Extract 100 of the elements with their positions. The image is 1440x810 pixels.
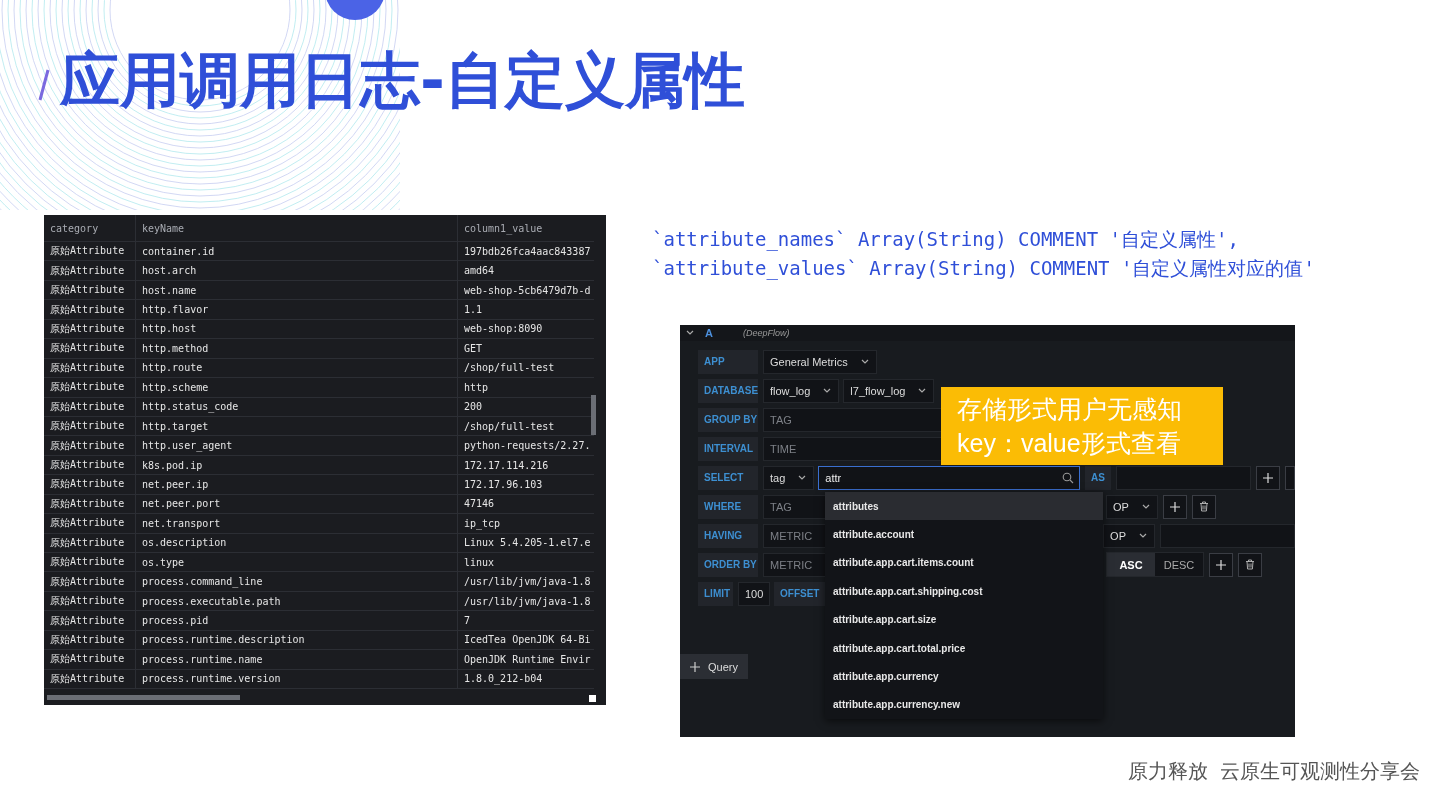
table-cell: process.pid [136, 611, 458, 630]
dropdown-option[interactable]: attribute.account [825, 520, 1103, 549]
table-cell: 原始Attribute [44, 611, 136, 630]
table-cell: 原始Attribute [44, 416, 136, 436]
add-query-button[interactable]: Query [680, 654, 748, 679]
dropdown-option[interactable]: attribute.app.currency [825, 662, 1103, 691]
table-cell-text: web-shop-5cb6479d7b-d [463, 283, 592, 298]
table-cell: os.description [136, 533, 458, 552]
query-name: A [705, 327, 713, 339]
dropdown-option[interactable]: attribute.app.currency.new [825, 690, 1103, 720]
table-cell-text: /usr/lib/jvm/java-1.8 [463, 594, 592, 609]
trash-icon [1198, 501, 1209, 512]
table-cell-text: 47146 [463, 497, 496, 512]
table-cell: http.flavor [136, 300, 458, 319]
table-cell: 原始Attribute [44, 378, 136, 397]
sort-option[interactable]: DESC [1155, 553, 1203, 576]
plus-icon [1216, 559, 1226, 570]
dropdown-select[interactable]: OP [1103, 523, 1155, 548]
table-cell: 原始Attribute [44, 397, 136, 416]
clause-label: LIMIT [698, 581, 733, 606]
table-cell: os.type [136, 553, 458, 572]
table-cell: 原始Attribute [44, 475, 136, 494]
dropdown-option[interactable]: attribute.app.cart.total.price [825, 633, 1103, 663]
column-header: category [44, 215, 136, 241]
delete-button[interactable] [1238, 552, 1262, 577]
table-cell-text: 1.8.0_212-b04 [463, 672, 544, 687]
field-label: OFFSET [774, 581, 826, 606]
table-cell: 原始Attribute [44, 280, 136, 300]
clause-label: INTERVAL [698, 436, 758, 461]
clause-label: DATABASE [698, 378, 758, 403]
table-cell: 原始Attribute [44, 514, 136, 533]
table-cell: host.arch [136, 261, 458, 280]
table-cell: process.runtime.name [136, 650, 458, 669]
table-cell: process.command_line [136, 572, 458, 591]
table-cell-text: 7 [463, 614, 472, 629]
table-cell: process.runtime.description [136, 630, 458, 650]
table-cell: 原始Attribute [44, 494, 136, 514]
code-line: `attribute_names` Array(String) COMMENT '自定义属性', [652, 227, 1240, 253]
table-cell-text: /shop/full-test [463, 419, 556, 434]
dropdown-option[interactable]: attributes [825, 492, 1103, 521]
table-cell-text: 1.1 [463, 303, 484, 318]
dropdown-select[interactable]: General Metrics [763, 349, 877, 374]
table-cell-text: Linux 5.4.205-1.el7.e [463, 536, 592, 551]
field-label: AS [1085, 465, 1111, 490]
table-cell-text: 200 [463, 400, 484, 415]
table-cell: 原始Attribute [44, 591, 136, 611]
table-cell: 原始Attribute [44, 669, 136, 689]
search-field[interactable]: attr [818, 465, 1081, 490]
table-cell: process.executable.path [136, 591, 458, 611]
dropdown-option[interactable]: attribute.app.cart.items.count [825, 548, 1103, 578]
dropdown-option[interactable]: attribute.app.cart.shipping.cost [825, 577, 1103, 606]
table-cell-text: OpenJDK Runtime Envir [463, 652, 592, 667]
table-cell: 原始Attribute [44, 242, 136, 261]
dropdown-select[interactable]: l7_flow_log [843, 378, 935, 403]
table-cell-text: /usr/lib/jvm/java-1.8 [463, 575, 592, 590]
table-cell: 原始Attribute [44, 436, 136, 455]
dropdown-option[interactable]: attribute.app.cart.size [825, 605, 1103, 634]
table-cell-text: ip_tcp [463, 516, 502, 532]
table-cell-text: 197bdb26fca4aac843387 [463, 244, 592, 259]
table-cell-text: GET [463, 341, 484, 356]
clause-label: WHERE [698, 494, 758, 519]
add-button[interactable] [1256, 465, 1280, 490]
table-cell-text: /shop/full-test [463, 361, 556, 376]
table-cell: 原始Attribute [44, 553, 136, 572]
plus-icon [1263, 472, 1273, 483]
table-cell: net.peer.port [136, 494, 458, 514]
table-cell: http.status_code [136, 397, 458, 416]
scrollbar-thumb[interactable] [591, 395, 596, 435]
column-header: keyName [136, 215, 458, 241]
input-field[interactable]: 100 [738, 581, 770, 606]
table-cell-text: python-requests/2.27. [463, 439, 592, 454]
dropdown-select[interactable]: flow_log [763, 378, 840, 403]
table-cell: 原始Attribute [44, 358, 136, 378]
input-field[interactable] [1160, 523, 1295, 548]
table-cell: 原始Attribute [44, 630, 136, 650]
table-cell-text: amd64 [463, 264, 496, 279]
search-icon [1062, 471, 1075, 484]
table-cell: net.peer.ip [136, 475, 458, 494]
table-cell: http.user_agent [136, 436, 458, 455]
dropdown-select[interactable]: OP [1106, 494, 1158, 519]
input-field[interactable] [1116, 465, 1251, 490]
table-cell: 原始Attribute [44, 572, 136, 591]
add-button[interactable] [1209, 552, 1233, 577]
trash-icon [1245, 559, 1255, 570]
table-cell: 原始Attribute [44, 261, 136, 280]
table-cell: http.target [136, 416, 458, 436]
table-cell: host.name [136, 280, 458, 300]
sort-option[interactable]: ASC [1107, 553, 1155, 576]
table-cell: net.transport [136, 514, 458, 533]
table-cell-text: IcedTea OpenJDK 64-Bi [463, 633, 592, 648]
scrollbar-thumb[interactable] [47, 695, 240, 700]
add-button[interactable] [1162, 494, 1187, 519]
clause-label: GROUP BY [698, 407, 758, 432]
table-cell: 原始Attribute [44, 533, 136, 552]
query-source: (DeepFlow) [742, 328, 790, 338]
resize-corner [589, 695, 596, 702]
plus-icon [1169, 501, 1180, 512]
table-cell: http.scheme [136, 378, 458, 397]
delete-button[interactable] [1191, 494, 1216, 519]
dropdown-select[interactable]: tag [763, 465, 815, 490]
